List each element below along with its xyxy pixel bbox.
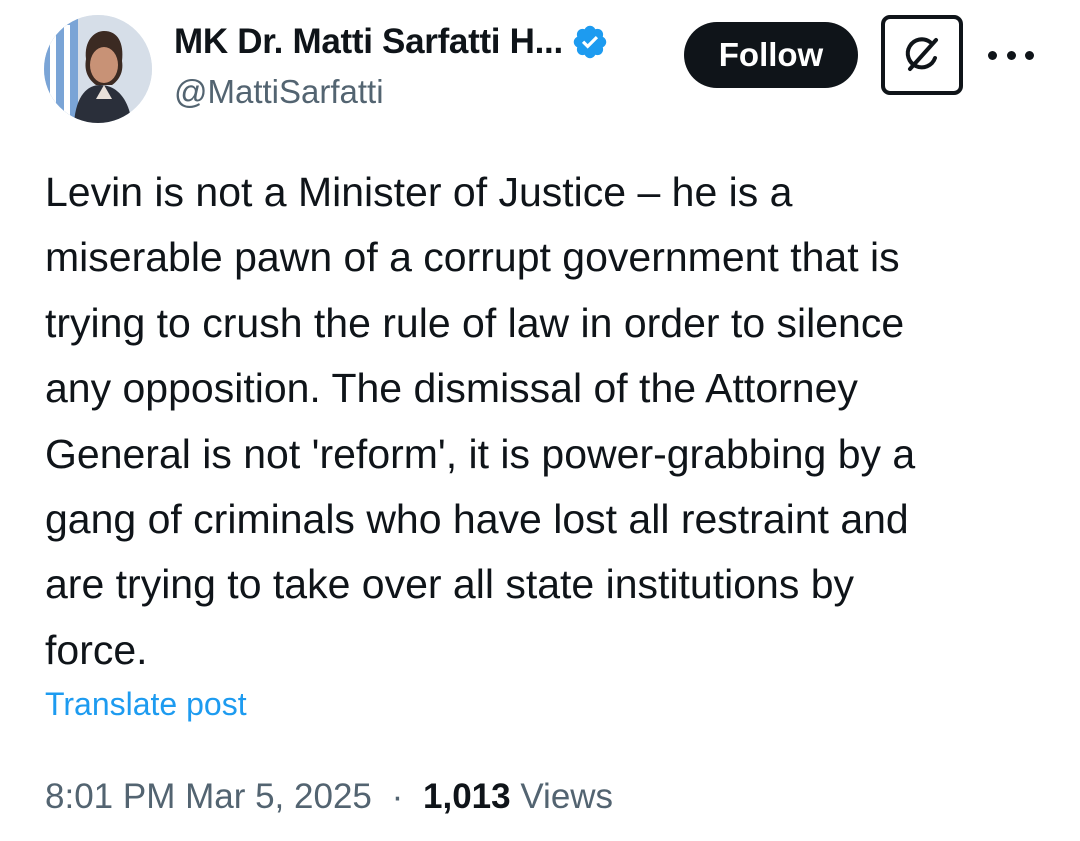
author-handle[interactable]: @MattiSarfatti [174,73,384,111]
more-dot [1006,50,1016,60]
more-options-icon[interactable] [988,42,1034,68]
translate-post-link[interactable]: Translate post [45,686,247,723]
post-text-line: force. [45,626,148,673]
author-display-name[interactable]: MK Dr. Matti Sarfatti H... [174,22,563,62]
post-text-line: any opposition. The dismissal of the Att… [45,365,858,412]
post-text-line: are trying to take over all state instit… [45,561,855,608]
avatar[interactable] [44,15,152,123]
author-name-line: MK Dr. Matti Sarfatti H... [174,20,609,64]
meta-separator: · [391,777,404,816]
grok-slash-icon [905,37,938,71]
more-dot [988,50,997,60]
avatar-image [44,15,152,123]
post-text-line: miserable pawn of a corrupt government t… [45,234,900,281]
post-date[interactable]: Mar 5, 2025 [185,777,372,816]
post-text-line: General is not 'reform', it is power-gra… [45,430,916,477]
views-count[interactable]: 1,013 [423,777,511,816]
post-header: MK Dr. Matti Sarfatti H... @MattiSarfatt… [0,0,1080,140]
post-text-line: Levin is not a Minister of Justice – he … [45,169,793,215]
post-meta: 8:01 PM Mar 5, 2025 · 1,013 Views [45,777,613,817]
more-dot [1025,50,1034,60]
post-text-line: trying to crush the rule of law in order… [45,299,905,346]
post-text-line: gang of criminals who have lost all rest… [45,496,909,543]
post-time[interactable]: 8:01 PM [45,777,175,816]
follow-button[interactable]: Follow [684,22,858,88]
views-label[interactable]: Views [520,777,613,816]
grok-button[interactable] [881,15,963,95]
post-text: Levin is not a Minister of Justice – he … [45,160,1045,683]
verified-badge-icon [573,25,607,59]
